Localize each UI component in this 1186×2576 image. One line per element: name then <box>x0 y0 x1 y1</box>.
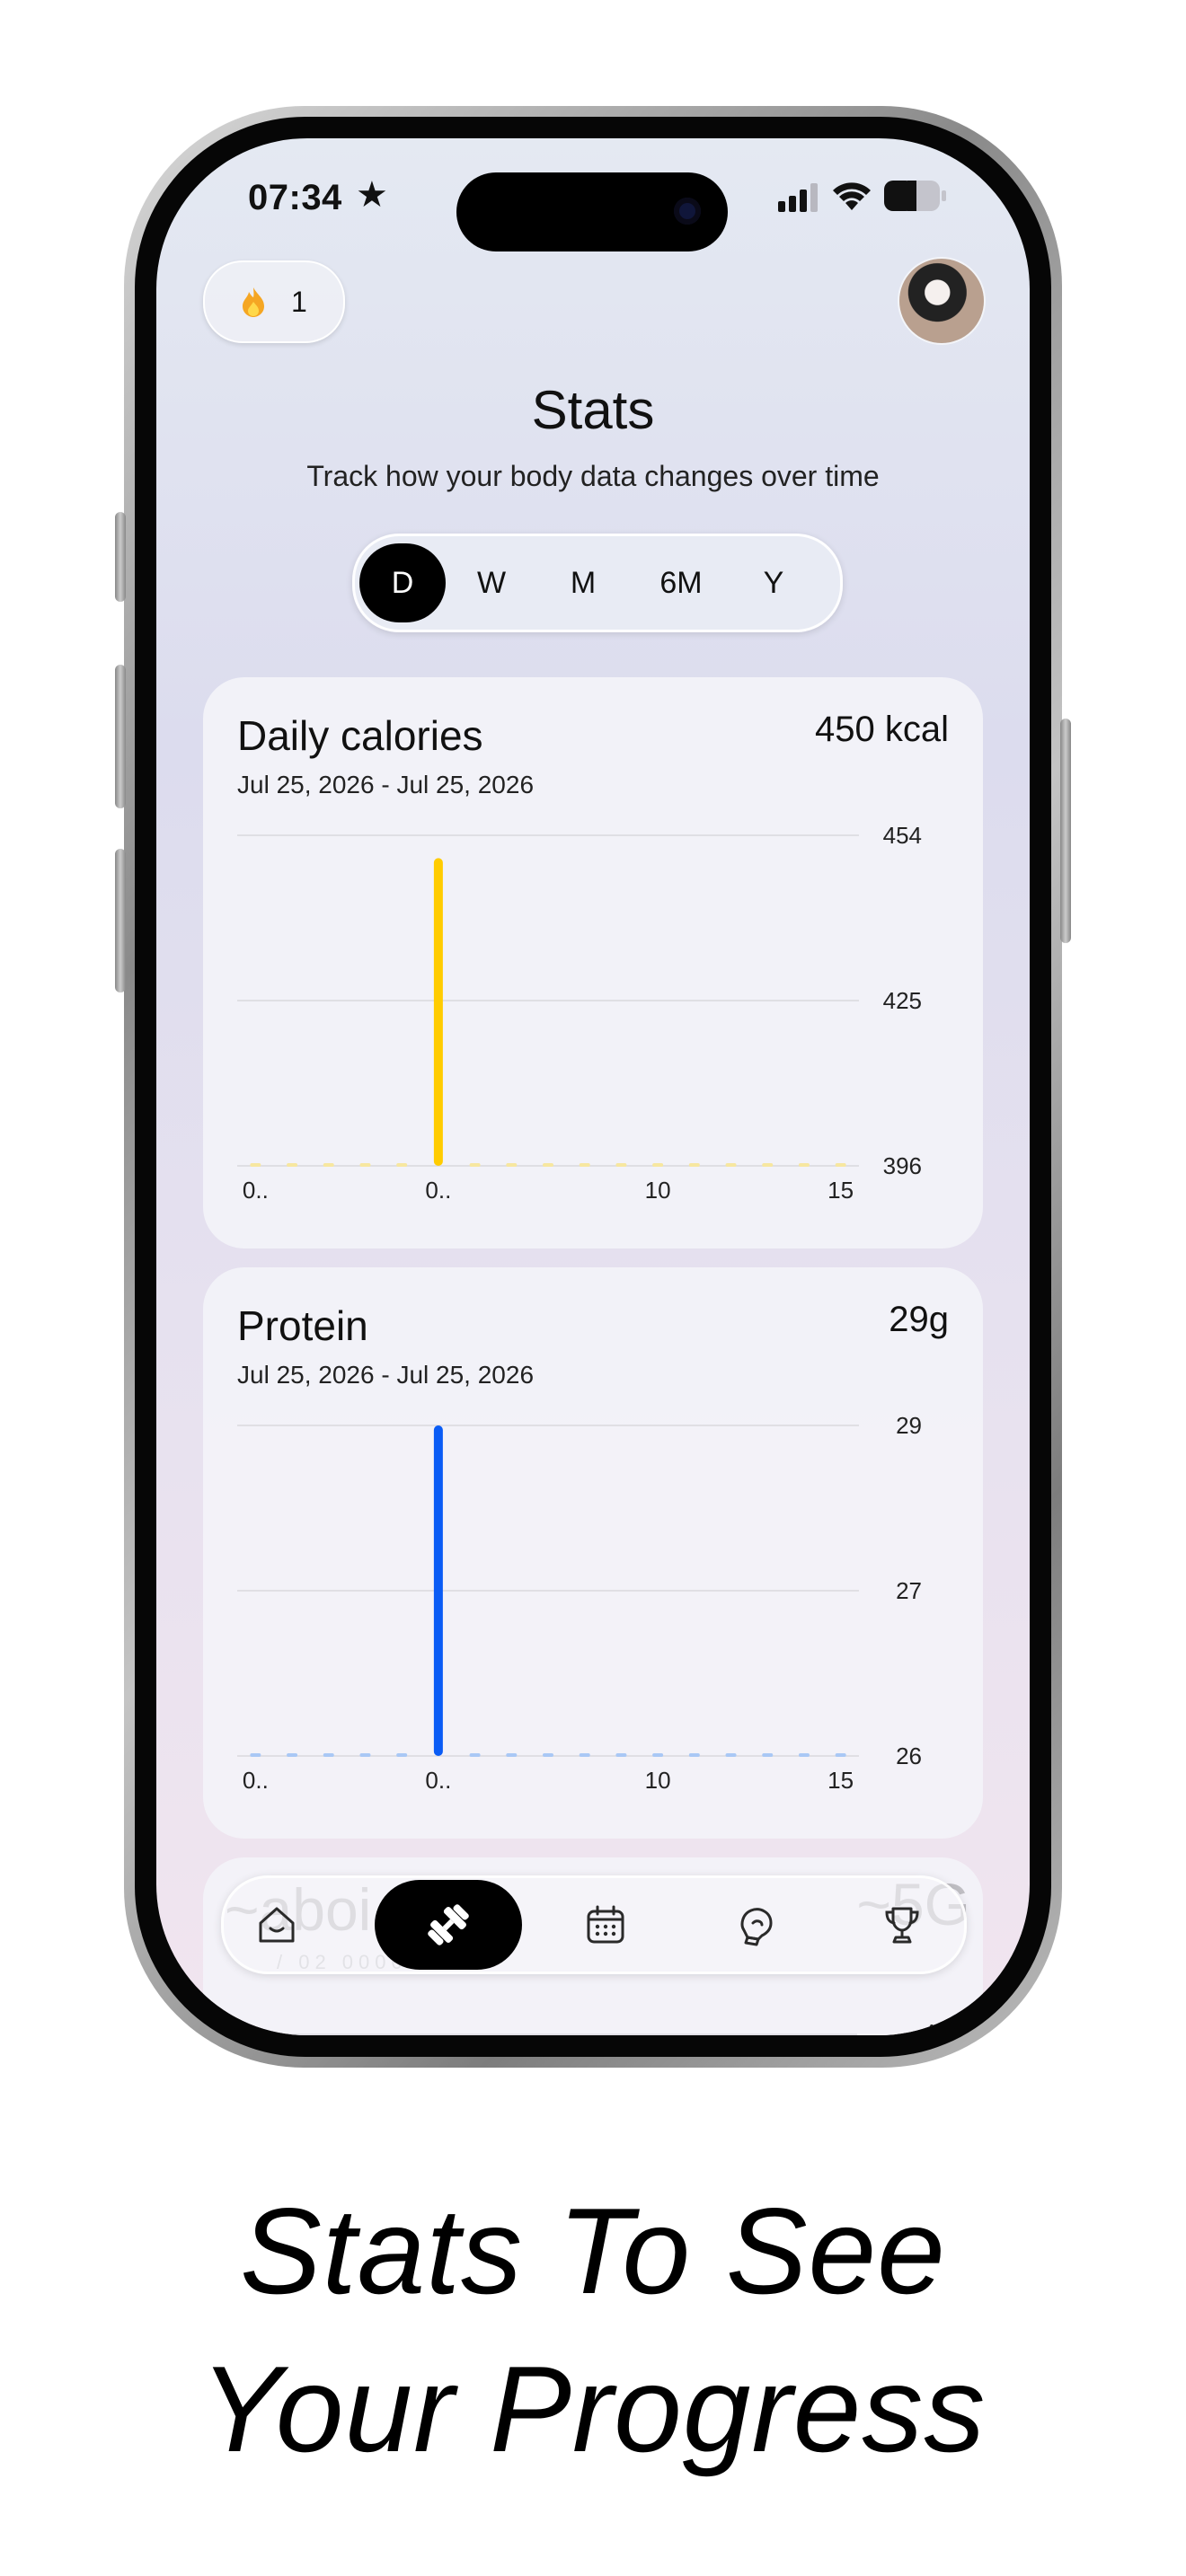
wifi-icon <box>833 182 871 210</box>
x-tick-label: 10 <box>645 1177 671 1204</box>
volume-up-button <box>115 665 126 808</box>
tab-home[interactable] <box>236 1878 317 1972</box>
avatar[interactable] <box>899 259 984 343</box>
y-tick-label: 27 <box>896 1577 922 1604</box>
range-selector: D W M 6M Y <box>352 534 843 632</box>
chart-bar <box>433 1425 443 1756</box>
empty-day-marker <box>615 1163 627 1167</box>
tab-workouts[interactable] <box>375 1880 522 1970</box>
x-tick-label: 0.. <box>243 1767 269 1794</box>
page-subtitle: Track how your body data changes over ti… <box>306 460 880 492</box>
empty-day-marker <box>798 1753 810 1757</box>
empty-day-marker <box>469 1753 481 1757</box>
empty-day-marker <box>652 1163 664 1167</box>
empty-day-marker <box>250 1753 261 1757</box>
empty-day-marker <box>725 1753 737 1757</box>
caption-line-2: Your Progress <box>199 2341 987 2477</box>
range-option-m[interactable]: M <box>547 543 619 622</box>
flame-icon <box>243 287 264 317</box>
empty-day-marker <box>506 1163 518 1167</box>
empty-day-marker <box>287 1163 298 1167</box>
y-tick-label: 396 <box>883 1152 922 1179</box>
dumbbell-icon <box>428 1904 469 1945</box>
tab-achievements[interactable] <box>862 1878 943 1972</box>
y-tick-label: 26 <box>896 1742 922 1769</box>
streak-count: 1 <box>291 286 307 318</box>
boxing-glove-icon <box>740 1908 773 1946</box>
empty-day-marker <box>287 1753 298 1757</box>
location-star-icon: ★ <box>356 175 388 215</box>
streak-badge[interactable]: 1 <box>203 260 345 343</box>
empty-day-marker <box>250 1163 261 1167</box>
empty-day-marker <box>652 1753 664 1757</box>
cellular-signal-icon <box>778 183 818 212</box>
battery-icon <box>884 181 946 211</box>
empty-day-marker <box>762 1163 774 1167</box>
x-tick-label: 0.. <box>425 1177 451 1204</box>
trophy-icon <box>885 1907 919 1944</box>
empty-day-marker <box>359 1753 371 1757</box>
power-button <box>1060 719 1071 943</box>
y-tick-label: 425 <box>883 987 922 1014</box>
front-camera <box>674 198 701 225</box>
range-option-d[interactable]: D <box>359 543 446 622</box>
calories-chart: 454 425 396 0.. 0.. 10 15 <box>237 822 922 1204</box>
empty-day-marker <box>543 1753 553 1757</box>
calories-card[interactable]: Daily calories 450 kcal Jul 25, 2026 - J… <box>203 677 983 1248</box>
empty-day-marker <box>506 1753 518 1757</box>
empty-day-marker <box>798 1163 810 1167</box>
grid-line <box>237 2033 857 2035</box>
protein-card[interactable]: Protein 29g Jul 25, 2026 - Jul 25, 2026 … <box>203 1267 983 1839</box>
action-button <box>115 512 126 602</box>
empty-day-marker <box>543 1163 553 1167</box>
y-tick-label: 45 <box>923 2019 949 2035</box>
empty-day-marker <box>469 1163 481 1167</box>
empty-day-marker <box>396 1753 408 1757</box>
empty-day-marker <box>762 1753 774 1757</box>
empty-day-marker <box>396 1163 408 1167</box>
caption-line-1: Stats To See <box>240 2183 946 2319</box>
tab-calendar[interactable] <box>565 1878 646 1972</box>
calendar-icon <box>587 1905 624 1944</box>
status-time: 07:34 <box>248 178 342 217</box>
empty-day-marker <box>835 1163 846 1167</box>
range-option-w[interactable]: W <box>456 543 527 622</box>
x-tick-label: 15 <box>828 1767 854 1794</box>
empty-day-marker <box>835 1753 846 1757</box>
phone-screen: 07:34 ★ 1 Stats Track how your body data… <box>156 138 1030 2035</box>
x-tick-label: 10 <box>645 1767 671 1794</box>
dynamic-island <box>456 172 728 251</box>
page-title: Stats <box>531 380 655 440</box>
empty-day-marker <box>359 1163 371 1167</box>
range-option-6m[interactable]: 6M <box>641 543 721 622</box>
empty-day-marker <box>725 1163 737 1167</box>
protein-chart: 29 27 26 0.. 0.. 10 15 <box>237 1412 922 1794</box>
range-option-y[interactable]: Y <box>738 543 810 622</box>
empty-day-marker <box>688 1163 700 1167</box>
empty-day-marker <box>688 1753 700 1757</box>
empty-day-marker <box>615 1753 627 1757</box>
home-icon <box>259 1907 295 1943</box>
x-tick-label: 15 <box>828 1177 854 1204</box>
y-tick-label: 454 <box>883 822 922 849</box>
volume-down-button <box>115 849 126 992</box>
x-tick-label: 0.. <box>425 1767 451 1794</box>
x-tick-label: 0.. <box>243 1177 269 1204</box>
empty-day-marker <box>323 1753 334 1757</box>
tab-bar <box>221 1875 967 1974</box>
empty-day-marker <box>579 1753 590 1757</box>
tab-training[interactable] <box>716 1878 797 1972</box>
empty-day-marker <box>323 1163 334 1167</box>
chart-bar <box>433 858 443 1166</box>
y-tick-label: 29 <box>896 1412 922 1439</box>
empty-day-marker <box>579 1163 590 1167</box>
